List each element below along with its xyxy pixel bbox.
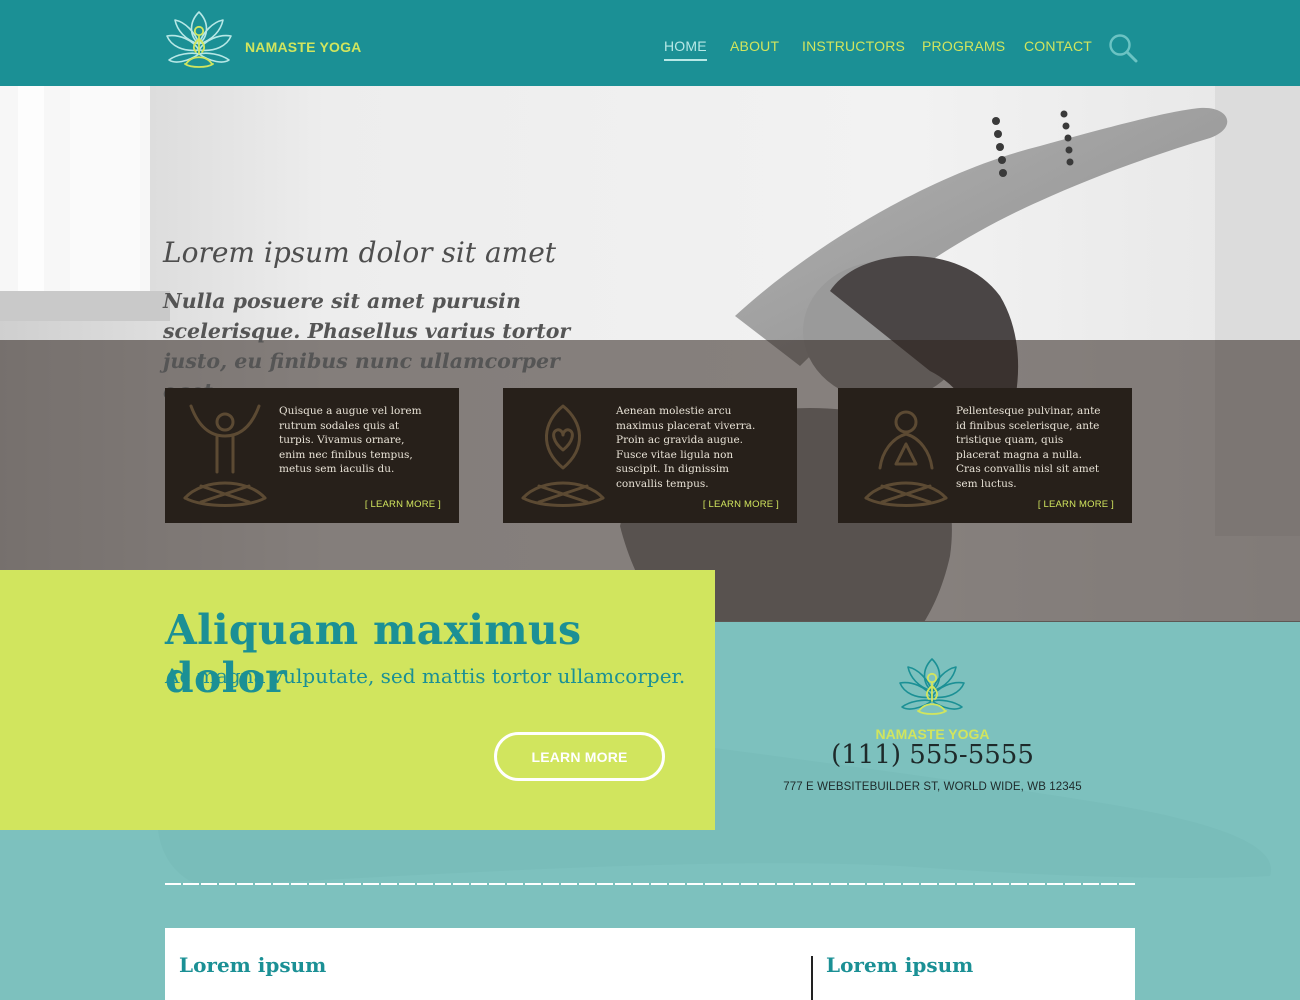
hero-section: Lorem ipsum dolor sit amet Nulla posuere… xyxy=(0,86,1300,1000)
search-icon[interactable] xyxy=(1108,33,1138,63)
nav-about[interactable]: ABOUT xyxy=(730,38,779,54)
site-header: NAMASTE YOGA HOME ABOUT INSTRUCTORS PROG… xyxy=(0,0,1300,86)
main-nav: HOME ABOUT INSTRUCTORS PROGRAMS CONTACT xyxy=(0,38,1300,68)
feature-card-2-text: Aenean molestie arcu maximus placerat vi… xyxy=(616,405,756,490)
contact-phone[interactable]: (111) 555-5555 xyxy=(0,740,1300,770)
feature-card-1-learn-more[interactable]: [ LEARN MORE ] xyxy=(365,499,441,510)
nav-home[interactable]: HOME xyxy=(664,38,707,61)
feature-card-3-text: Pellentesque pulvinar, ante id finibus s… xyxy=(956,405,1101,490)
panel-left-heading: Lorem ipsum xyxy=(179,953,327,977)
feature-card-1[interactable]: Quisque a augue vel lorem rutrum sodales… xyxy=(165,388,459,523)
hero-title: Lorem ipsum dolor sit amet xyxy=(163,236,557,269)
nav-programs[interactable]: PROGRAMS xyxy=(922,38,1005,54)
panel-right-heading: Lorem ipsum xyxy=(826,953,974,977)
panel-column-divider xyxy=(811,956,813,1000)
heart-lotus-pose-icon xyxy=(521,404,605,507)
feature-card-3-learn-more[interactable]: [ LEARN MORE ] xyxy=(1038,499,1114,510)
feature-card-2-learn-more[interactable]: [ LEARN MORE ] xyxy=(703,499,779,510)
feature-card-3[interactable]: Pellentesque pulvinar, ante id finibus s… xyxy=(838,388,1132,523)
promo-subtitle: Ac magna vulputate, sed mattis tortor ul… xyxy=(165,664,686,688)
lotus-meditation-logo-icon xyxy=(899,658,965,715)
raised-arms-pose-icon xyxy=(183,404,267,507)
nav-instructors[interactable]: INSTRUCTORS xyxy=(802,38,905,54)
dashed-divider xyxy=(165,883,1135,885)
feature-card-1-text: Quisque a augue vel lorem rutrum sodales… xyxy=(279,405,422,475)
nav-contact[interactable]: CONTACT xyxy=(1024,38,1092,54)
contact-address: 777 E WEBSITEBUILDER ST, WORLD WIDE, WB … xyxy=(783,781,1082,793)
meditation-pose-icon xyxy=(864,410,948,507)
footer-content-panel: Lorem ipsum Lorem ipsum xyxy=(165,928,1135,1000)
feature-card-2[interactable]: Aenean molestie arcu maximus placerat vi… xyxy=(503,388,797,523)
